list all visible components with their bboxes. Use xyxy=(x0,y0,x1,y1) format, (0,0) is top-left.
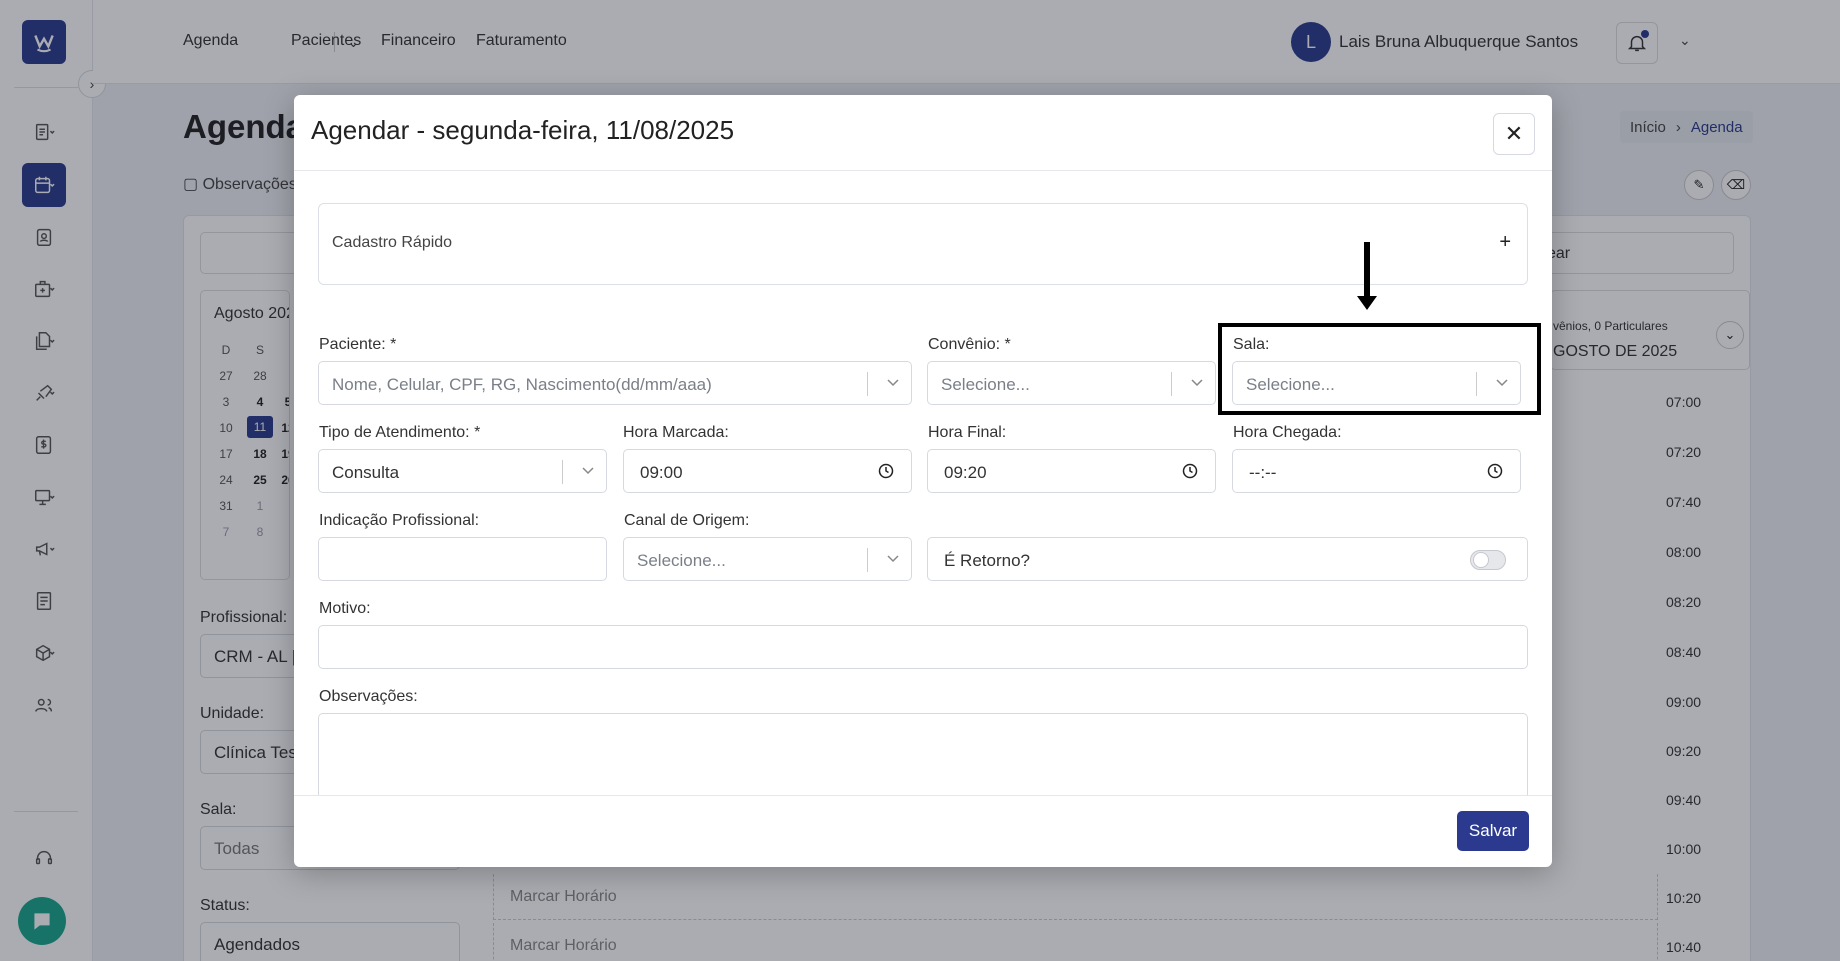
hora-marcada-input[interactable]: 09:00 xyxy=(623,449,912,493)
modal-title: Agendar - segunda-feira, 11/08/2025 xyxy=(311,115,735,145)
convenio-select[interactable]: Selecione... xyxy=(927,361,1216,405)
hora-marcada-label: Hora Marcada: xyxy=(623,424,729,441)
tipo-atendimento-value: Consulta xyxy=(332,463,400,482)
clock-icon[interactable] xyxy=(1486,462,1504,480)
modal-footer-divider xyxy=(294,795,1552,796)
retorno-label: É Retorno? xyxy=(944,551,1030,570)
hora-final-label: Hora Final: xyxy=(928,424,1007,441)
select-divider xyxy=(562,460,563,484)
chevron-down-icon xyxy=(582,467,594,475)
indicacao-input[interactable] xyxy=(318,537,607,581)
select-divider xyxy=(867,372,868,396)
save-button[interactable]: Salvar xyxy=(1457,811,1529,851)
canal-origem-placeholder: Selecione... xyxy=(637,551,726,570)
convenio-placeholder: Selecione... xyxy=(941,375,1030,394)
clock-icon[interactable] xyxy=(1181,462,1199,480)
hora-marcada-value: 09:00 xyxy=(640,463,683,482)
toggle-knob xyxy=(1473,552,1489,568)
observacoes-label: Observações: xyxy=(319,688,418,705)
quick-register-label: Cadastro Rápido xyxy=(332,234,453,251)
chevron-down-icon xyxy=(887,555,899,563)
tipo-atendimento-label: Tipo de Atendimento: * xyxy=(319,424,481,441)
motivo-label: Motivo: xyxy=(319,600,371,617)
retorno-field: É Retorno? xyxy=(927,537,1528,581)
convenio-label: Convênio: * xyxy=(928,336,1011,353)
quick-register-accordion[interactable]: Cadastro Rápido + xyxy=(318,203,1528,285)
tipo-atendimento-select[interactable]: Consulta xyxy=(318,449,607,493)
canal-origem-select[interactable]: Selecione... xyxy=(623,537,912,581)
paciente-placeholder: Nome, Celular, CPF, RG, Nascimento(dd/mm… xyxy=(332,375,712,394)
hora-final-input[interactable]: 09:20 xyxy=(927,449,1216,493)
clock-icon[interactable] xyxy=(877,462,895,480)
hora-final-value: 09:20 xyxy=(944,463,987,482)
retorno-toggle[interactable] xyxy=(1470,550,1506,570)
annotation-arrow-head xyxy=(1357,296,1377,310)
hora-chegada-input[interactable]: --:-- xyxy=(1232,449,1521,493)
select-divider xyxy=(867,548,868,572)
chevron-down-icon xyxy=(1191,379,1203,387)
hora-chegada-label: Hora Chegada: xyxy=(1233,424,1342,441)
motivo-input[interactable] xyxy=(318,625,1528,669)
annotation-highlight-box xyxy=(1218,323,1541,415)
hora-chegada-value: --:-- xyxy=(1249,463,1277,482)
select-divider xyxy=(1171,372,1172,396)
close-button[interactable]: ✕ xyxy=(1493,113,1535,155)
close-icon: ✕ xyxy=(1504,121,1524,146)
chevron-down-icon xyxy=(887,379,899,387)
paciente-label: Paciente: * xyxy=(319,336,397,353)
modal-header-divider xyxy=(294,170,1552,171)
canal-origem-label: Canal de Origem: xyxy=(624,512,750,529)
annotation-arrow-shaft xyxy=(1364,242,1370,300)
observacoes-textarea[interactable] xyxy=(318,713,1528,795)
schedule-modal: Agendar - segunda-feira, 11/08/2025 ✕ Ca… xyxy=(294,95,1552,867)
paciente-select[interactable]: Nome, Celular, CPF, RG, Nascimento(dd/mm… xyxy=(318,361,912,405)
indicacao-label: Indicação Profissional: xyxy=(319,512,480,529)
plus-icon[interactable]: + xyxy=(1499,231,1511,254)
